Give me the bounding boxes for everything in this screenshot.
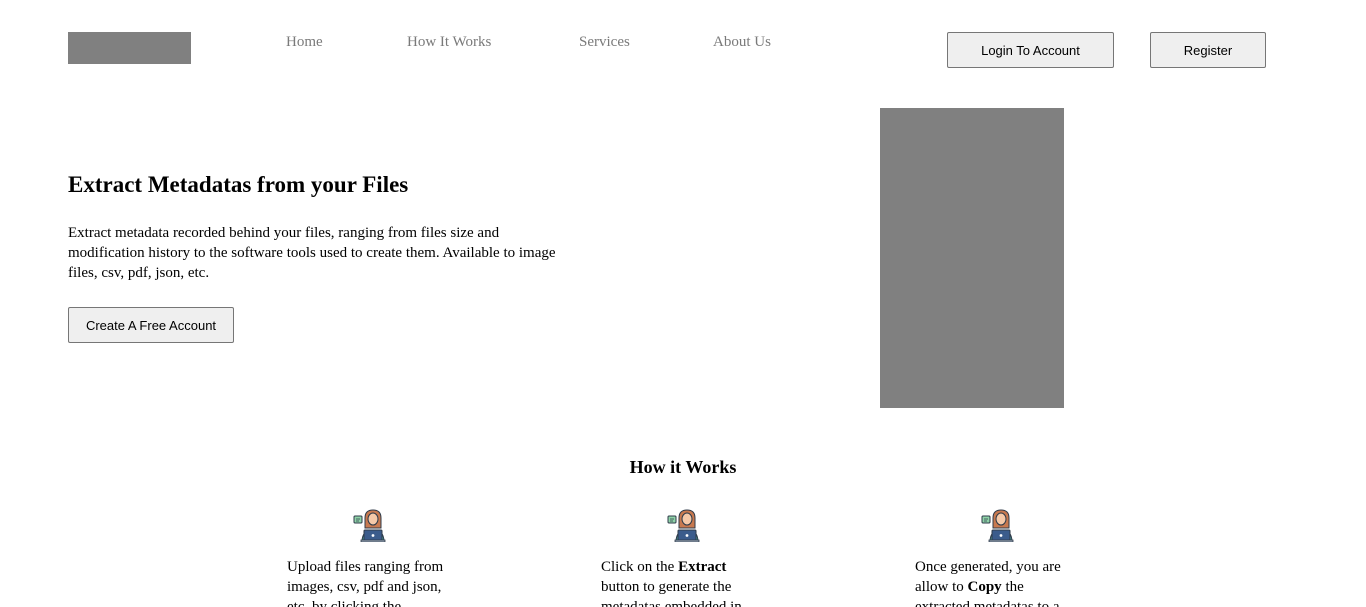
- login-button[interactable]: Login To Account: [947, 32, 1114, 68]
- step-extract: Click on the Extract button to generate …: [601, 508, 767, 607]
- person-laptop-icon: [981, 509, 1014, 542]
- person-laptop-icon: [667, 509, 700, 542]
- step-copy-text: Once generated, you are allow to Copy th…: [915, 559, 1061, 607]
- hero-description: Extract metadata recorded behind your fi…: [68, 225, 556, 281]
- hero-title: Extract Metadatas from your Files: [68, 172, 409, 197]
- step-extract-text: Click on the Extract button to generate …: [601, 559, 742, 607]
- step-upload-text: Upload files ranging from images, csv, p…: [287, 559, 444, 607]
- register-button[interactable]: Register: [1150, 32, 1266, 68]
- section-title: How it Works: [629, 457, 737, 477]
- hero-image: [880, 108, 1064, 408]
- step-copy: Once generated, you are allow to Copy th…: [915, 508, 1081, 607]
- copy-keyword: Copy: [967, 579, 1002, 595]
- step-upload: Upload files ranging from images, csv, p…: [287, 508, 453, 607]
- nav-how-it-works[interactable]: How It Works: [407, 33, 491, 51]
- extract-keyword: Extract: [678, 559, 727, 575]
- nav-about-us[interactable]: About Us: [713, 33, 771, 51]
- person-laptop-icon: [353, 509, 386, 542]
- nav-home[interactable]: Home: [286, 33, 323, 51]
- logo[interactable]: [68, 32, 191, 64]
- nav-services[interactable]: Services: [579, 33, 630, 51]
- create-account-button[interactable]: Create A Free Account: [68, 307, 234, 343]
